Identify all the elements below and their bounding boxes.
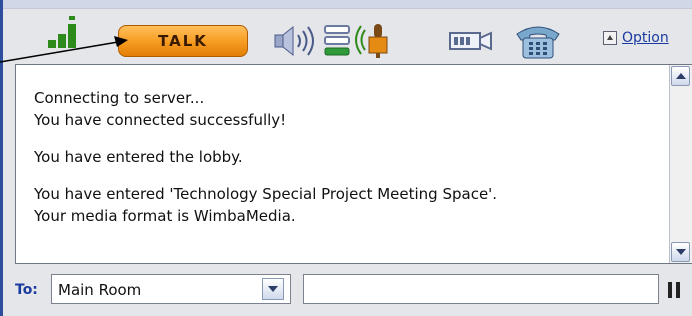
arrow-down-icon	[675, 249, 686, 255]
options-toggle-icon[interactable]	[603, 31, 617, 45]
options-menu[interactable]: Option	[603, 30, 669, 46]
chat-message-area[interactable]: Connecting to server... You have connect…	[15, 64, 692, 264]
dropdown-button[interactable]	[262, 278, 284, 300]
video-camera-icon[interactable]	[448, 30, 494, 52]
message-input[interactable]	[303, 274, 659, 304]
message-line: You have entered 'Technology Special Pro…	[34, 185, 498, 203]
talk-button[interactable]: TALK	[118, 25, 248, 57]
message-list: Connecting to server... You have connect…	[34, 87, 664, 242]
chat-input-bar: To: Main Room	[3, 268, 692, 314]
options-link[interactable]: Option	[622, 30, 669, 46]
vertical-scrollbar[interactable]	[669, 65, 692, 263]
message-group: You have entered the lobby.	[34, 146, 664, 168]
message-line: You have entered the lobby.	[34, 148, 243, 166]
voice-chat-panel: TALK Option Connecting to server... You …	[0, 0, 692, 316]
scroll-down-button[interactable]	[671, 242, 690, 262]
recipient-value: Main Room	[58, 281, 142, 299]
chevron-down-icon	[268, 286, 278, 292]
message-group: You have entered 'Technology Special Pro…	[34, 183, 664, 227]
arrow-up-icon	[675, 73, 686, 79]
pause-icon[interactable]	[668, 282, 680, 298]
recipient-select[interactable]: Main Room	[51, 274, 291, 304]
signal-strength-icon	[48, 16, 88, 48]
message-line: Your media format is WimbaMedia.	[34, 207, 296, 225]
status-bars-icon[interactable]	[323, 23, 351, 59]
telephone-icon[interactable]	[513, 22, 563, 60]
message-group: Connecting to server... You have connect…	[34, 87, 664, 131]
recipient-label: To:	[15, 282, 38, 298]
microphone-broadcast-icon[interactable]	[353, 22, 393, 60]
top-strip	[3, 0, 692, 9]
speaker-volume-icon[interactable]	[273, 23, 319, 59]
scroll-up-button[interactable]	[671, 66, 690, 86]
message-line: Connecting to server...	[34, 89, 205, 107]
message-line: You have connected successfully!	[34, 111, 287, 129]
